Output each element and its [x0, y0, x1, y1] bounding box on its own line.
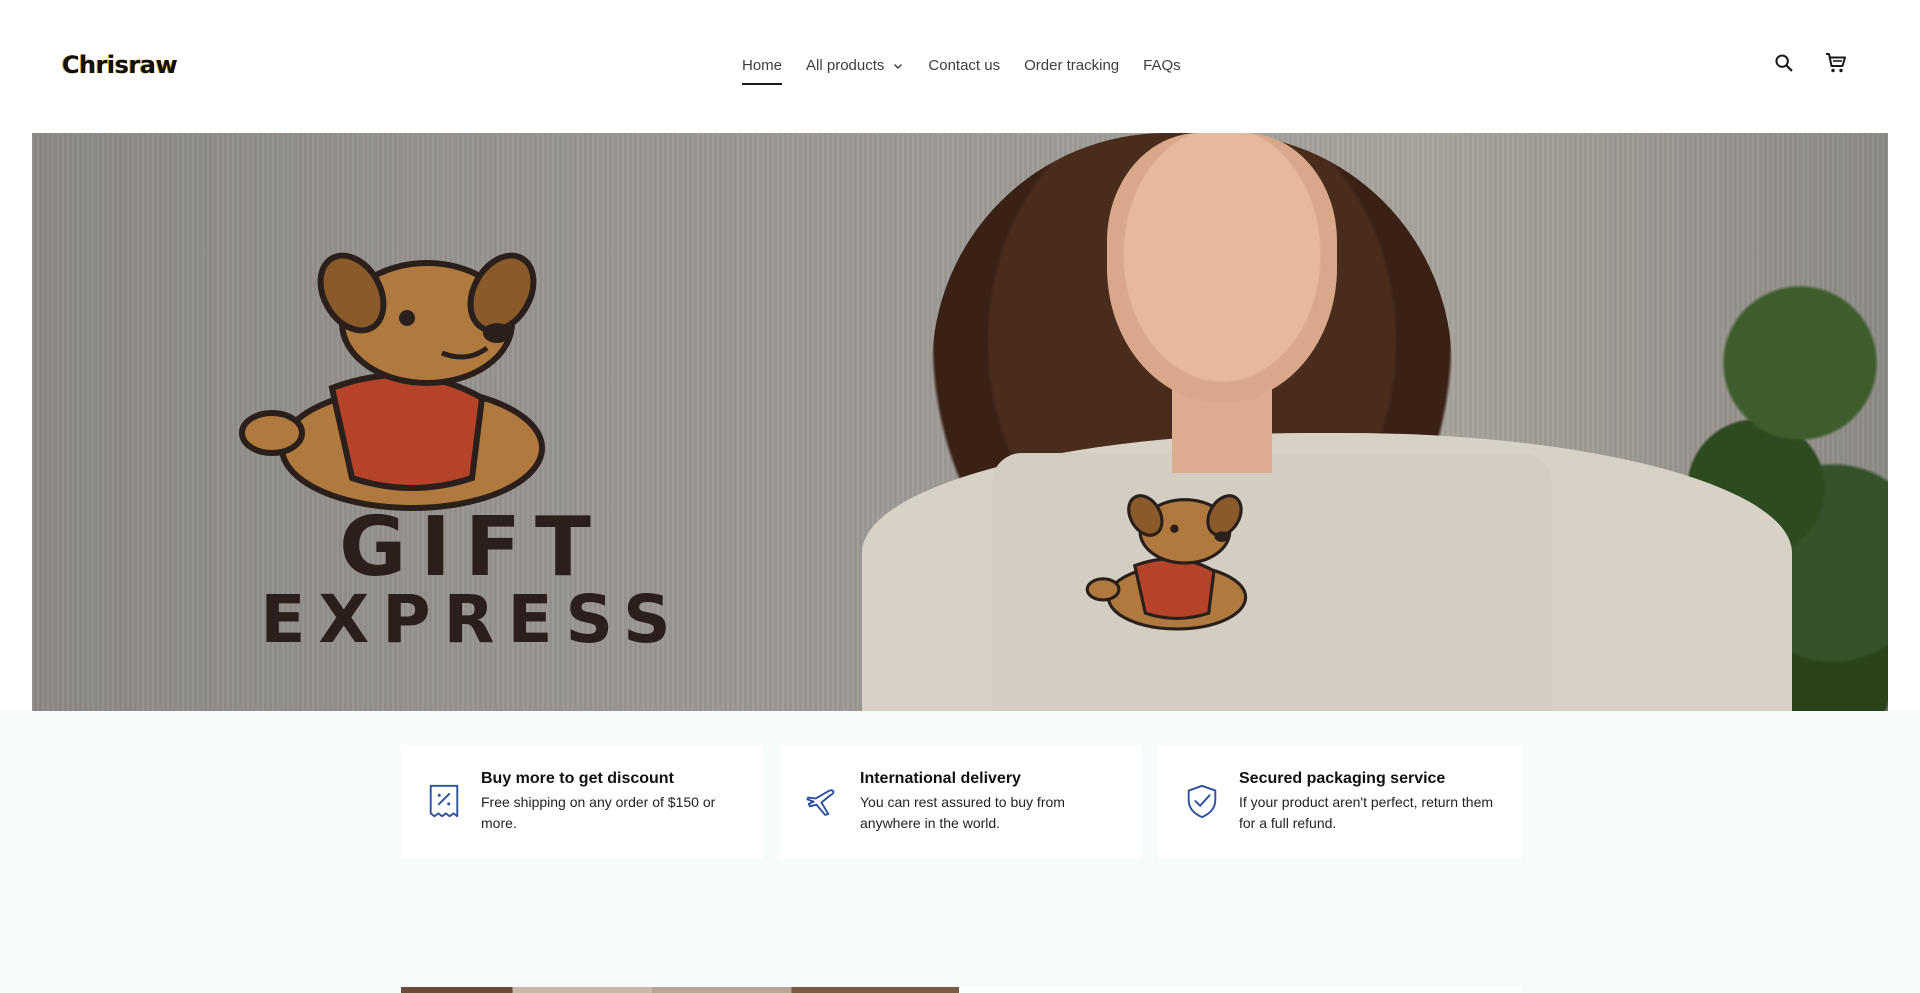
next-section-panel: [959, 987, 1521, 993]
nav-item-faqs[interactable]: FAQs: [1143, 55, 1181, 77]
model-tshirt: [992, 453, 1552, 711]
nav-label-home: Home: [742, 57, 783, 74]
airplane-icon: [806, 789, 835, 816]
feature-title: Buy more to get discount: [481, 770, 674, 787]
feature-description: If your product aren't perfect, return t…: [1239, 794, 1494, 831]
header-actions: [1772, 51, 1848, 75]
nav-label-order-tracking: Order tracking: [1024, 57, 1120, 74]
feature-title: International delivery: [860, 770, 1021, 787]
feature-text: Buy more to get discount Free shipping o…: [481, 769, 743, 834]
hero-banner[interactable]: GIFT EXPRESS: [32, 133, 1888, 711]
search-button[interactable]: [1772, 51, 1796, 75]
dog-mascot-illustration: [239, 252, 545, 511]
tshirt-dog-print: [1085, 494, 1248, 631]
main-nav: Home All products Contact us Order track…: [742, 55, 1205, 85]
discount-tag-icon: [429, 784, 459, 818]
nav-label-faqs: FAQs: [1143, 57, 1181, 74]
gift-express-graphic: GIFT EXPRESS: [192, 500, 752, 658]
feature-title: Secured packaging service: [1239, 770, 1446, 787]
feature-card-delivery: International delivery You can rest assu…: [780, 745, 1142, 859]
nav-label-all-products: All products: [806, 57, 885, 74]
nav-item-contact-us[interactable]: Contact us: [928, 55, 1000, 77]
feature-text: Secured packaging service If your produc…: [1239, 769, 1501, 834]
nav-item-all-products[interactable]: All products: [806, 55, 904, 77]
chevron-down-icon: [894, 64, 903, 69]
nav-item-home[interactable]: Home: [742, 55, 783, 85]
search-icon: [1775, 54, 1793, 72]
shield-check-icon: [1187, 784, 1217, 819]
graphic-text-line2: EXPRESS: [260, 581, 684, 658]
nav-item-order-tracking[interactable]: Order tracking: [1024, 55, 1119, 77]
logo-text: Chrisraw: [62, 51, 178, 79]
cart-icon: [1826, 53, 1846, 73]
site-header: Chrisraw Home All products Contact us Or…: [0, 0, 1920, 133]
model-face: [1107, 133, 1337, 403]
graphic-text-line1: GIFT: [339, 500, 605, 595]
feature-card-packaging: Secured packaging service If your produc…: [1159, 745, 1521, 859]
store-logo[interactable]: Chrisraw: [62, 50, 178, 80]
feature-card-discount: Buy more to get discount Free shipping o…: [401, 745, 763, 859]
feature-description: Free shipping on any order of $150 or mo…: [481, 794, 716, 831]
next-section-image: [401, 987, 959, 993]
feature-text: International delivery You can rest assu…: [860, 769, 1122, 834]
nav-label-contact-us: Contact us: [928, 57, 1001, 74]
cart-button[interactable]: [1824, 51, 1848, 75]
feature-description: You can rest assured to buy from anywher…: [860, 794, 1065, 831]
